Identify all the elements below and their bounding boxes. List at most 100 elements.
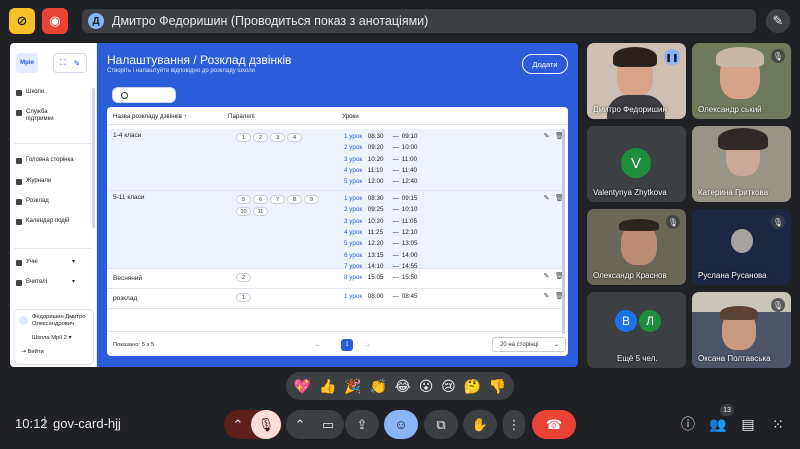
sort-asc-icon: ↑ [183,113,187,120]
participant-tile[interactable]: Катерина Гриткова [692,126,791,202]
reaction-emoji[interactable]: 🤔 [463,378,480,395]
reaction-emoji[interactable]: 😂 [395,378,411,395]
sidebar-group-students[interactable]: Учні ▾ [16,259,96,266]
reaction-emoji[interactable]: 🎉 [344,378,361,395]
participant-tile[interactable]: 🎙 Олександр Краснов [587,209,686,285]
prev-page-icon[interactable]: ← [312,339,324,351]
leave-call-button[interactable]: ☎ [532,410,576,439]
participant-tile[interactable]: V Valentynya Zhytkova [587,126,686,202]
time-dash: — [392,228,399,236]
recording-icon[interactable]: ◉ [42,8,68,34]
chat-icon[interactable]: ▤ [738,414,758,434]
presentation-off-icon[interactable]: ⊘ [9,8,35,34]
emoji-button[interactable]: ☺ [384,410,418,439]
time-dash: — [392,155,399,163]
column-header-name[interactable]: Назва розкладу дзвінків ↑ [113,113,187,120]
people-icon[interactable]: 👥 [708,414,728,434]
annotation-pen-icon[interactable]: ✎ [766,9,790,33]
sidebar-item-calendar[interactable]: Календар подій [16,218,96,225]
sidebar-item-journals[interactable]: Журнали [16,178,96,185]
chevron-down-icon: ▾ [72,259,76,265]
raise-hand-button[interactable]: ✋ [463,410,497,439]
delete-icon[interactable]: 🗑 [555,195,564,202]
shared-screen: Мрія ⛶ ✎ Школи Служба підтримки Головна … [10,43,578,367]
reaction-emoji[interactable]: 💖 [294,378,311,395]
edit-icon[interactable]: ✎ [543,195,550,202]
reaction-emoji[interactable]: 👍 [319,378,336,395]
lesson-number: 4 урок [344,228,363,236]
user-school[interactable]: Школа Мрії 2 ▾ [32,335,72,342]
search-input[interactable] [112,87,176,103]
participant-tile[interactable]: 🎙 Руслана Русанова [692,209,791,285]
lesson-end: 13:05 [401,240,418,248]
sidebar-item-home[interactable]: Головна сторінка [16,157,96,164]
reaction-emoji[interactable]: 👏 [369,378,386,395]
edit-icon[interactable]: ✎ [543,293,550,300]
sidebar-item-schedule[interactable]: Розклад [16,198,96,205]
time-dash: — [392,251,399,259]
breadcrumb-parent[interactable]: Налаштування [107,53,190,67]
participant-tile-others[interactable]: В Л Ещё 5 чел. [587,292,686,368]
table-row[interactable]: розклад 1 1 урок 08:00 —08:45 ✎ 🗑 [107,289,565,309]
participant-tile[interactable]: 🎙 Олександр ський [692,43,791,119]
pin-icon[interactable]: ✎ [73,59,80,68]
table-footer: Показано: 5 з 5 ← 1 → 20 на сторінці ⌄ [107,331,568,356]
delete-icon[interactable]: 🗑 [555,293,564,300]
parallel-chip: 1 [236,293,251,302]
edit-icon[interactable]: ✎ [543,133,550,140]
expand-icon[interactable]: ⛶ [60,58,66,68]
delete-icon[interactable]: 🗑 [555,133,564,140]
activities-icon[interactable]: ⁙ [768,414,788,434]
mic-off-icon[interactable]: 🎙 [251,410,281,439]
lesson-start: 11:25 [367,228,384,236]
chevron-up-icon[interactable]: ⌃ [225,417,251,433]
next-page-icon[interactable]: → [362,339,374,351]
reaction-emoji[interactable]: 😮 [419,378,434,395]
present-icon: ⇪ [356,416,368,432]
lesson-number: 5 урок [344,178,363,186]
camera-control[interactable]: ⌃ ▭ [286,410,344,439]
delete-icon[interactable]: 🗑 [555,273,564,280]
page-number[interactable]: 1 [341,339,353,351]
chevron-up-icon[interactable]: ⌃ [287,417,313,433]
table-scrollbar[interactable] [562,129,565,334]
captions-button[interactable]: ⧉ [424,410,458,439]
column-header-parallels: Паралелі [228,113,255,120]
sidebar-item-support[interactable]: Служба підтримки [16,109,96,123]
edit-icon[interactable]: ✎ [543,273,550,280]
lesson-number: 2 урок [344,144,363,152]
sidebar-scrollbar[interactable] [92,88,95,228]
user-card[interactable]: Федоришин Дмитро Олександрович Школа Мрі… [14,309,94,365]
parallel-chip: 6 [253,195,268,204]
avatar [19,316,28,325]
sidebar-divider [14,143,92,144]
reaction-emoji[interactable]: 👎 [489,378,506,395]
reaction-emoji[interactable]: 😢 [441,378,456,395]
participant-tile[interactable]: ❚❚ Дмитро Федоришин [587,43,686,119]
more-options-button[interactable]: ⋮ [503,410,525,439]
present-screen-button[interactable]: ⇪ [345,410,379,439]
table-row[interactable]: Весняний 2 ✎ 🗑 [107,269,565,289]
lesson-number: 1 урок [344,293,363,300]
add-button[interactable]: Додати [522,54,568,74]
journal-icon [16,178,22,185]
sidebar-item-schools[interactable]: Школи [16,89,96,96]
lesson-number: 4 урок [344,166,363,174]
table-row[interactable]: 5-11 класи 5 6 7 8 9 10 11 1 урок 08:30—09:15 2 у… [107,191,565,281]
lesson-start: 08:00 [367,293,384,300]
participant-tile[interactable]: 🎙 Оксана Полтавська [692,292,791,368]
table-row[interactable]: 1-4 класи 1 2 3 4 1 урок 08:30—09:10 2 урок 09… [107,129,565,191]
camera-icon[interactable]: ▭ [313,417,343,433]
rows-shown-count: Показано: 5 з 5 [113,342,155,348]
per-page-select[interactable]: 20 на сторінці ⌄ [492,337,566,352]
mic-control[interactable]: ⌃ 🎙 [224,410,282,439]
chevron-down-icon: ⌄ [553,342,559,348]
lesson-time: 5 урок 12:00 —12:40 [344,178,418,185]
schedule-table: Назва розкладу дзвінків ↑ Паралелі Уроки… [107,107,568,356]
logout-link[interactable]: ⇥ Вийти [21,349,44,356]
page-title: Розклад дзвінків [199,53,292,67]
sidebar-group-teachers[interactable]: Вчителі ▾ [16,279,96,286]
schedule-name: 5-11 класи [113,194,145,201]
lesson-end: 10:00 [401,144,418,152]
info-icon[interactable]: ⓘ [678,414,698,434]
